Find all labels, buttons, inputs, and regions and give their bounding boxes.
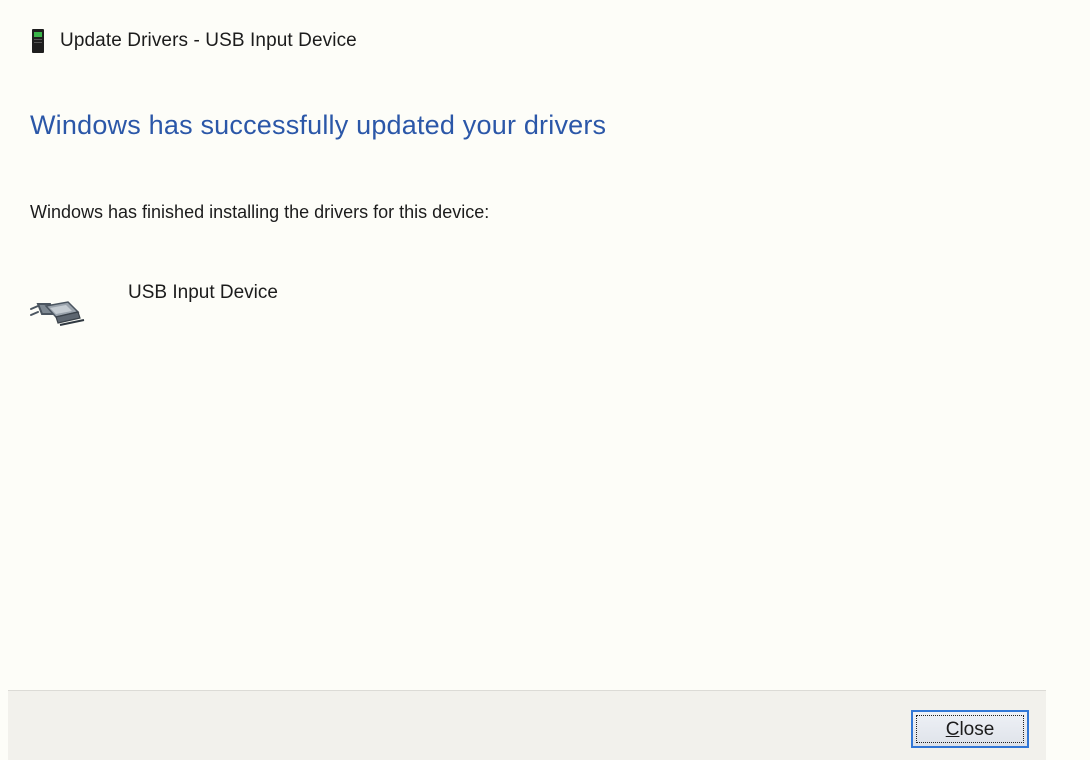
device-manager-icon [30, 28, 46, 54]
usb-device-icon [28, 292, 88, 332]
dialog-footer: Close [8, 690, 1046, 760]
window-title: Update Drivers - USB Input Device [60, 30, 357, 51]
success-heading: Windows has successfully updated your dr… [30, 110, 607, 140]
title-bar: Update Drivers - USB Input Device [30, 28, 357, 54]
close-label-rest: lose [959, 719, 995, 740]
update-drivers-dialog: Update Drivers - USB Input Device Window… [0, 0, 1090, 760]
close-mnemonic: C [945, 719, 960, 740]
close-button[interactable]: Close [911, 710, 1029, 748]
close-button-label: Close [946, 719, 995, 740]
status-message: Windows has finished installing the driv… [30, 202, 490, 222]
device-name: USB Input Device [128, 282, 278, 303]
